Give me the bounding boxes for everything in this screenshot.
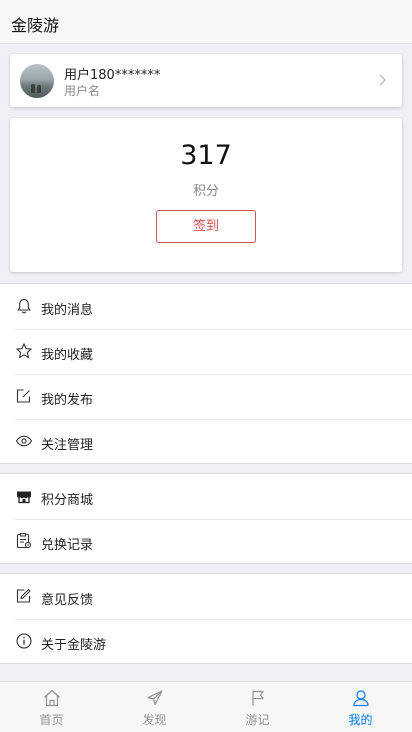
user-name: 用户180******* <box>64 68 161 83</box>
menu-item-favorites[interactable]: 我的收藏 <box>0 329 412 374</box>
person-icon <box>353 690 369 707</box>
tab-label: 游记 <box>245 713 270 727</box>
edit-icon <box>16 389 31 403</box>
menu-item-about[interactable]: 关于金陵游 <box>0 619 412 664</box>
tab-discover[interactable]: 发现 <box>103 682 206 732</box>
avatar <box>20 64 54 98</box>
menu-item-label: 我的消息 <box>41 303 94 318</box>
points-card: 317 积分 签到 <box>10 118 402 272</box>
app-header: 金陵游 <box>0 0 412 44</box>
flag-icon <box>252 690 264 706</box>
menu-item-label: 兑换记录 <box>41 538 94 553</box>
menu-group-account: 我的消息 我的收藏 我的发布 关注管理 <box>0 283 412 464</box>
tab-travel-notes[interactable]: 游记 <box>206 682 309 732</box>
menu-item-points-mall[interactable]: 积分商城 <box>0 474 412 519</box>
record-icon <box>16 533 32 549</box>
page-title: 金陵游 <box>11 16 60 35</box>
menu-item-feedback[interactable]: 意见反馈 <box>0 574 412 619</box>
points-value: 317 <box>180 140 232 171</box>
menu-item-label: 我的收藏 <box>41 348 94 363</box>
menu-item-exchange-records[interactable]: 兑换记录 <box>0 519 412 564</box>
shop-icon <box>17 491 31 504</box>
menu-item-my-posts[interactable]: 我的发布 <box>0 374 412 419</box>
tab-label: 发现 <box>142 713 167 727</box>
menu-group-about: 意见反馈 关于金陵游 <box>0 573 412 664</box>
sign-in-button[interactable]: 签到 <box>156 210 256 243</box>
paper-plane-icon <box>147 690 163 706</box>
info-icon <box>16 633 32 649</box>
tab-label: 首页 <box>39 713 64 727</box>
tab-mine[interactable]: 我的 <box>309 682 412 732</box>
menu-item-follow-management[interactable]: 关注管理 <box>0 419 412 464</box>
menu-group-points: 积分商城 兑换记录 <box>0 473 412 564</box>
home-icon <box>44 689 60 707</box>
chevron-right-icon <box>379 74 386 86</box>
bottom-tab-bar: 首页 发现 游记 我的 <box>0 681 412 732</box>
user-subtitle: 用户名 <box>64 84 101 98</box>
star-icon <box>16 343 32 359</box>
menu-item-messages[interactable]: 我的消息 <box>0 284 412 329</box>
menu-item-label: 关注管理 <box>41 438 94 453</box>
tab-home[interactable]: 首页 <box>0 682 103 732</box>
eye-icon <box>15 435 33 447</box>
menu-item-label: 关于金陵游 <box>41 638 107 653</box>
feedback-icon <box>16 588 31 603</box>
tab-label: 我的 <box>348 713 373 727</box>
menu-item-label: 意见反馈 <box>41 593 94 608</box>
points-label: 积分 <box>192 184 219 199</box>
menu-item-label: 积分商城 <box>41 493 94 508</box>
user-profile-card[interactable]: 用户180******* 用户名 <box>10 54 402 107</box>
bell-icon <box>17 298 31 314</box>
menu-item-label: 我的发布 <box>41 393 94 408</box>
